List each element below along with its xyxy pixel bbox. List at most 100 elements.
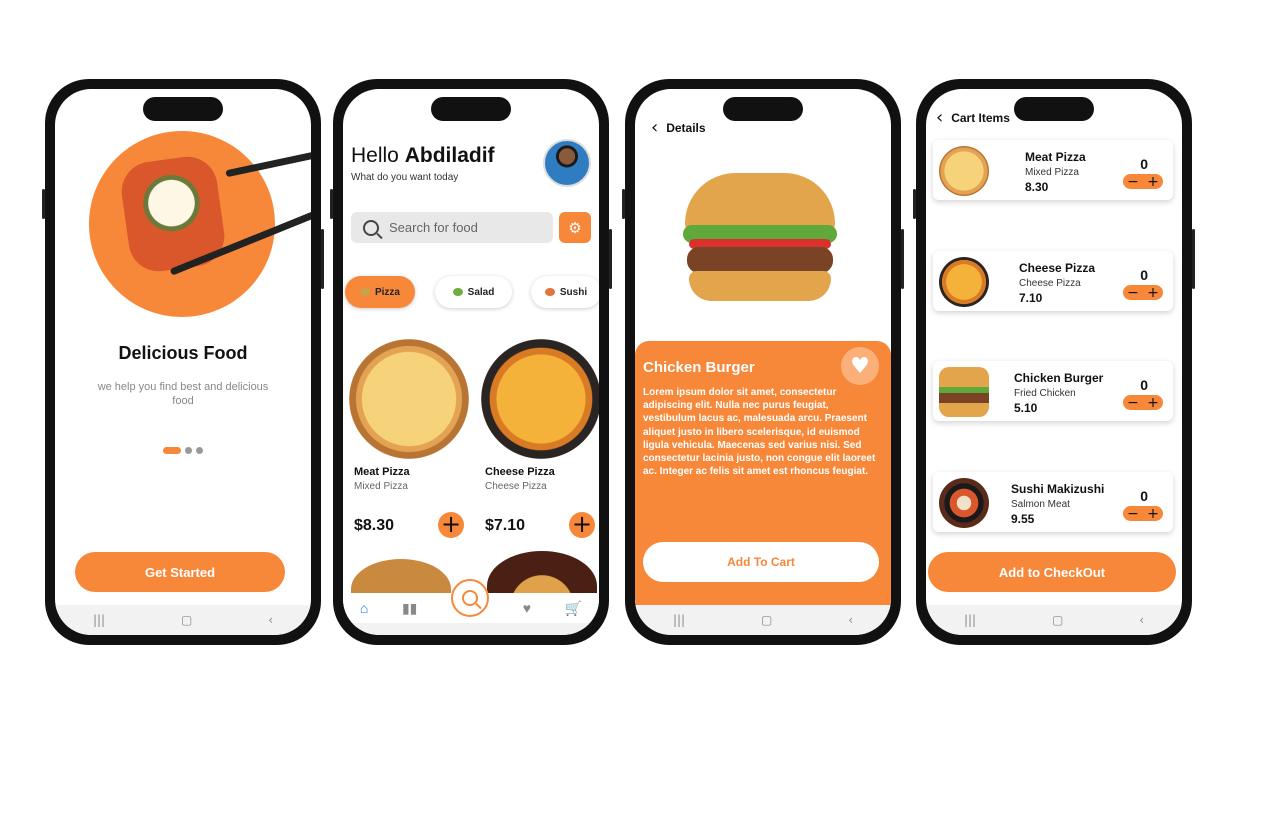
product-sub: Mixed Pizza bbox=[354, 481, 408, 492]
minus-icon[interactable]: − bbox=[1127, 507, 1139, 521]
settings-icon: ⚙ bbox=[568, 219, 582, 237]
cart-item[interactable]: Chicken Burger Fried Chicken 5.10 0 − + bbox=[933, 361, 1173, 421]
search-input[interactable]: Search for food bbox=[351, 212, 553, 243]
phone-cart: ‹ Cart Items Meat Pizza Mixed Pizza 8.30… bbox=[913, 79, 1195, 645]
home-circle-icon[interactable]: ▢ bbox=[181, 613, 192, 627]
dynamic-island bbox=[143, 97, 223, 121]
bun-top bbox=[685, 173, 835, 233]
plus-icon[interactable]: + bbox=[1147, 175, 1159, 189]
back-icon[interactable]: ‹ bbox=[1139, 613, 1144, 627]
cart-item-price: 7.10 bbox=[1019, 291, 1043, 305]
quantity-stepper: − + bbox=[1123, 395, 1163, 410]
pagination-dot-active[interactable] bbox=[163, 447, 181, 454]
cheese-pizza-image[interactable] bbox=[481, 339, 599, 459]
onboarding-screen: Delicious Food we help you find best and… bbox=[55, 89, 311, 635]
burger-image bbox=[683, 173, 837, 309]
details-screen: ‹ Details Chicken Burger ♥ Lorem ipsum d… bbox=[635, 89, 891, 635]
plus-icon[interactable]: + bbox=[1147, 396, 1159, 410]
recent-apps-icon[interactable]: ||| bbox=[964, 613, 976, 627]
greeting-word: Hello bbox=[351, 144, 399, 167]
burger-thumb bbox=[939, 367, 989, 417]
product-name: Cheese Pizza bbox=[485, 466, 555, 478]
cart-item-name: Sushi Makizushi bbox=[1011, 482, 1105, 496]
cart-item-qty: 0 bbox=[1140, 267, 1148, 283]
cart-item[interactable]: Cheese Pizza Cheese Pizza 7.10 0 − + bbox=[933, 251, 1173, 311]
favorite-button[interactable]: ♥ bbox=[841, 347, 879, 385]
back-label: Cart Items bbox=[951, 110, 1010, 125]
add-to-cart-button[interactable]: + bbox=[569, 512, 595, 538]
home-icon[interactable]: ⌂ bbox=[360, 600, 368, 616]
recent-apps-icon[interactable]: ||| bbox=[673, 613, 685, 627]
greeting-prompt: What do you want today bbox=[351, 172, 459, 183]
minus-icon[interactable]: − bbox=[1127, 396, 1139, 410]
onboarding-subtitle: we help you find best and delicious food bbox=[97, 381, 269, 407]
checkout-button[interactable]: Add to CheckOut bbox=[928, 552, 1176, 592]
search-icon bbox=[363, 219, 379, 236]
back-label: Details bbox=[666, 120, 706, 135]
cart-item[interactable]: Meat Pizza Mixed Pizza 8.30 0 − + bbox=[933, 140, 1173, 200]
home-circle-icon[interactable]: ▢ bbox=[761, 613, 772, 627]
product-price: $7.10 bbox=[485, 517, 526, 534]
username: Abdiladif bbox=[404, 144, 495, 167]
add-to-cart-button[interactable]: Add To Cart bbox=[643, 542, 879, 582]
minus-icon[interactable]: − bbox=[1127, 175, 1139, 189]
product-name: Meat Pizza bbox=[354, 466, 410, 478]
quantity-stepper: − + bbox=[1123, 506, 1163, 521]
system-nav-bar: ||| ▢ ‹ bbox=[55, 605, 311, 635]
phone-details: ‹ Details Chicken Burger ♥ Lorem ipsum d… bbox=[622, 79, 904, 645]
avatar[interactable] bbox=[543, 139, 591, 187]
add-to-cart-button[interactable]: + bbox=[438, 512, 464, 538]
onboarding-title: Delicious Food bbox=[118, 343, 248, 363]
plus-icon[interactable]: + bbox=[1147, 286, 1159, 300]
filter-button[interactable]: ⚙ bbox=[559, 212, 591, 243]
search-icon bbox=[462, 590, 478, 606]
cart-item-sub: Cheese Pizza bbox=[1019, 278, 1081, 289]
chevron-left-icon: ‹ bbox=[651, 117, 659, 138]
category-chip-sushi[interactable]: Sushi bbox=[531, 276, 599, 308]
sushi-thumb bbox=[939, 478, 989, 528]
cart-item-name: Meat Pizza bbox=[1025, 150, 1086, 164]
plus-icon[interactable]: + bbox=[1147, 507, 1159, 521]
product-title: Chicken Burger bbox=[643, 359, 755, 376]
cart-item-qty: 0 bbox=[1140, 377, 1148, 393]
back-nav[interactable]: ‹ Cart Items bbox=[936, 107, 1010, 128]
phone-onboarding: Delicious Food we help you find best and… bbox=[42, 79, 324, 645]
get-started-button[interactable]: Get Started bbox=[75, 552, 285, 592]
pizza-icon bbox=[359, 288, 370, 296]
system-nav-bar: ||| ▢ ‹ bbox=[635, 605, 891, 635]
search-placeholder: Search for food bbox=[389, 220, 478, 235]
cart-item-sub: Fried Chicken bbox=[1014, 388, 1076, 399]
stats-icon[interactable]: ▮▮ bbox=[402, 600, 417, 617]
product-description: Lorem ipsum dolor sit amet, consectetur … bbox=[643, 387, 876, 478]
quantity-stepper: − + bbox=[1123, 285, 1163, 300]
category-label: Salad bbox=[467, 286, 495, 298]
heart-icon: ♥ bbox=[850, 353, 870, 379]
home-screen: Hello Abdiladif What do you want today S… bbox=[343, 89, 599, 635]
greeting: Hello Abdiladif bbox=[351, 144, 495, 168]
back-icon[interactable]: ‹ bbox=[848, 613, 853, 627]
heart-icon[interactable]: ♥ bbox=[523, 600, 531, 616]
back-icon[interactable]: ‹ bbox=[268, 613, 273, 627]
minus-icon[interactable]: − bbox=[1127, 286, 1139, 300]
meat-pizza-image[interactable] bbox=[349, 339, 469, 459]
back-nav[interactable]: ‹ Details bbox=[651, 117, 706, 138]
category-chip-pizza[interactable]: Pizza bbox=[345, 276, 415, 308]
cheese-pizza-thumb bbox=[939, 257, 989, 307]
system-nav-bar: ||| ▢ ‹ bbox=[926, 605, 1182, 635]
system-nav-bar bbox=[343, 623, 599, 635]
cart-item-qty: 0 bbox=[1140, 156, 1148, 172]
pagination-dots bbox=[55, 447, 311, 454]
pagination-dot[interactable] bbox=[185, 447, 192, 454]
recent-apps-icon[interactable]: ||| bbox=[93, 613, 105, 627]
home-circle-icon[interactable]: ▢ bbox=[1052, 613, 1063, 627]
patty bbox=[687, 247, 833, 273]
bun-bottom bbox=[689, 271, 831, 301]
cart-icon[interactable]: 🛒 bbox=[565, 600, 582, 617]
category-chip-salad[interactable]: Salad bbox=[435, 276, 512, 308]
category-label: Pizza bbox=[374, 286, 400, 298]
pagination-dot[interactable] bbox=[196, 447, 203, 454]
dynamic-island bbox=[723, 97, 803, 121]
meat-pizza-thumb bbox=[939, 146, 989, 196]
search-fab[interactable] bbox=[451, 579, 489, 617]
cart-item[interactable]: Sushi Makizushi Salmon Meat 9.55 0 − + bbox=[933, 472, 1173, 532]
